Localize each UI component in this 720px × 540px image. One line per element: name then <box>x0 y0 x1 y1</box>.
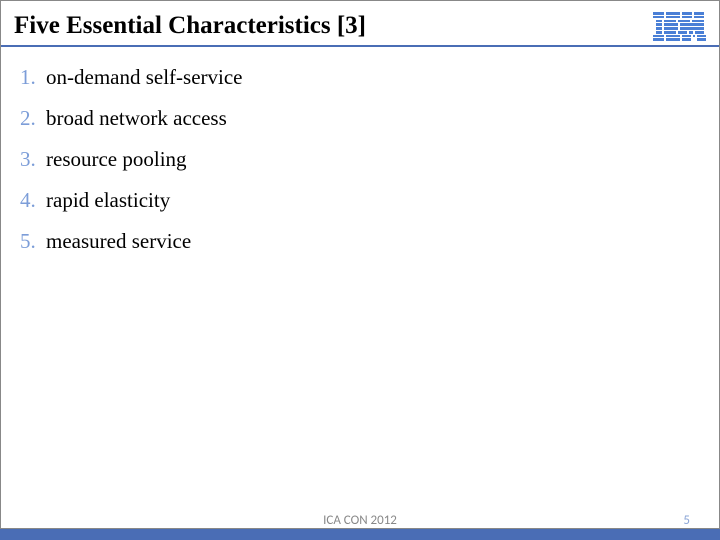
slide-title: Five Essential Characteristics [3] <box>14 12 366 40</box>
footer-text: ICA CON 2012 <box>323 513 397 528</box>
list-number: 5. <box>20 229 46 254</box>
list-item: 3. resource pooling <box>20 147 706 172</box>
list-number: 1. <box>20 65 46 90</box>
bottom-accent-bar <box>0 528 720 540</box>
list-item: 2. broad network access <box>20 106 706 131</box>
list-number: 3. <box>20 147 46 172</box>
list-number: 2. <box>20 106 46 131</box>
list-item: 1. on-demand self-service <box>20 65 706 90</box>
list-text: on-demand self-service <box>46 65 243 90</box>
ibm-logo-icon <box>653 10 706 41</box>
slide-body: 1. on-demand self-service 2. broad netwo… <box>0 47 720 254</box>
list-text: rapid elasticity <box>46 188 170 213</box>
list-item: 5. measured service <box>20 229 706 254</box>
page-number: 5 <box>683 513 690 528</box>
list-text: resource pooling <box>46 147 187 172</box>
slide-header: Five Essential Characteristics [3] <box>0 0 720 47</box>
list-item: 4. rapid elasticity <box>20 188 706 213</box>
list-text: broad network access <box>46 106 227 131</box>
list-number: 4. <box>20 188 46 213</box>
list-text: measured service <box>46 229 191 254</box>
characteristics-list: 1. on-demand self-service 2. broad netwo… <box>20 65 706 254</box>
